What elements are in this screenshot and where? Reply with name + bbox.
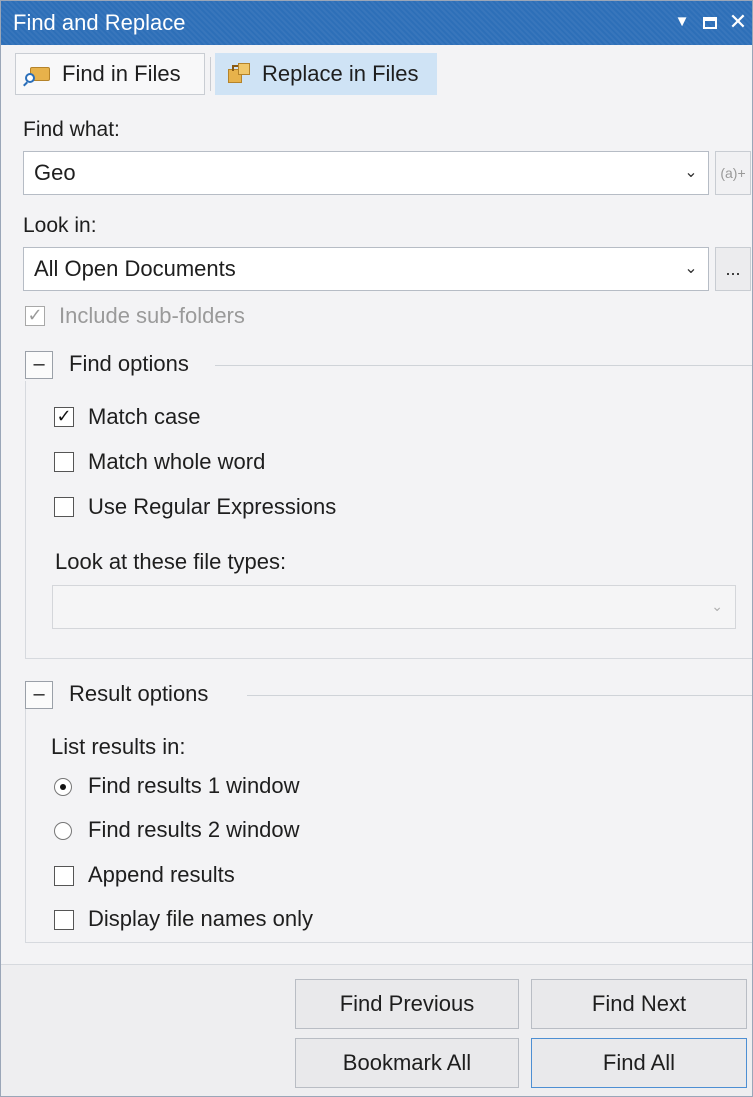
result-options-collapse-button[interactable]: – [25,681,53,709]
find-options-title: Find options [69,351,189,376]
display-file-names-only-checkbox[interactable] [54,910,74,930]
look-in-label: Look in: [23,214,97,237]
append-results-checkbox[interactable] [54,866,74,886]
include-subfolders-checkbox[interactable]: ✓ [25,306,45,326]
find-in-files-icon [25,61,52,87]
window-title: Find and Replace [13,10,186,35]
bookmark-all-button[interactable]: Bookmark All [295,1038,519,1088]
find-results-1-radio[interactable] [54,778,72,796]
close-button[interactable]: ✕ [725,8,751,36]
find-in-files-label: Find in Files [62,61,181,86]
find-previous-button[interactable]: Find Previous [295,979,519,1029]
look-in-value: All Open Documents [34,256,236,281]
find-what-dropdown-icon[interactable]: ⌄ [682,152,700,194]
list-results-in-label: List results in: [51,734,186,759]
regex-builder-button[interactable]: (a)+ [715,151,751,195]
find-what-label: Find what: [23,118,120,141]
find-in-files-button[interactable]: Find in Files [15,53,205,95]
file-types-label: Look at these file types: [55,549,287,574]
look-in-dropdown-icon[interactable]: ⌄ [682,248,700,290]
find-results-2-label: Find results 2 window [88,817,300,842]
replace-in-files-icon [226,61,252,87]
replace-in-files-label: Replace in Files [262,61,419,86]
find-next-button[interactable]: Find Next [531,979,747,1029]
match-case-label: Match case [88,404,201,429]
result-options-divider [247,695,752,696]
replace-in-files-button[interactable]: Replace in Files [215,53,437,95]
result-options-group [25,683,752,943]
maximize-button[interactable] [697,8,723,36]
find-results-1-label: Find results 1 window [88,773,300,798]
use-regex-checkbox[interactable] [54,497,74,517]
maximize-icon [703,17,717,30]
match-whole-word-checkbox[interactable] [54,452,74,472]
find-options-collapse-button[interactable]: – [25,351,53,379]
title-bar[interactable]: Find and Replace ▼ ✕ [1,1,752,45]
result-options-title: Result options [69,681,209,706]
match-case-checkbox[interactable]: ✓ [54,407,74,427]
display-file-names-only-label: Display file names only [88,906,313,931]
find-what-combo[interactable]: Geo ⌄ [23,151,709,195]
file-types-combo[interactable]: ⌄ [52,585,736,629]
toolbar-separator [210,57,211,91]
find-options-header: – Find options [25,351,752,383]
include-subfolders-label: Include sub-folders [59,303,245,328]
window-menu-dropdown-icon[interactable]: ▼ [669,8,695,36]
browse-folders-button[interactable]: ... [715,247,751,291]
find-replace-window: Find and Replace ▼ ✕ Find in Files Repla… [0,0,753,1097]
append-results-label: Append results [88,862,235,887]
find-results-2-radio[interactable] [54,822,72,840]
file-types-dropdown-icon: ⌄ [711,598,723,614]
result-options-header: – Result options [25,681,752,713]
find-what-value: Geo [34,160,76,185]
find-all-button[interactable]: Find All [531,1038,747,1088]
look-in-combo[interactable]: All Open Documents ⌄ [23,247,709,291]
find-options-divider [215,365,752,366]
use-regex-label: Use Regular Expressions [88,494,337,519]
match-whole-word-label: Match whole word [88,449,266,474]
mode-toolbar: Find in Files Replace in Files [1,45,752,101]
